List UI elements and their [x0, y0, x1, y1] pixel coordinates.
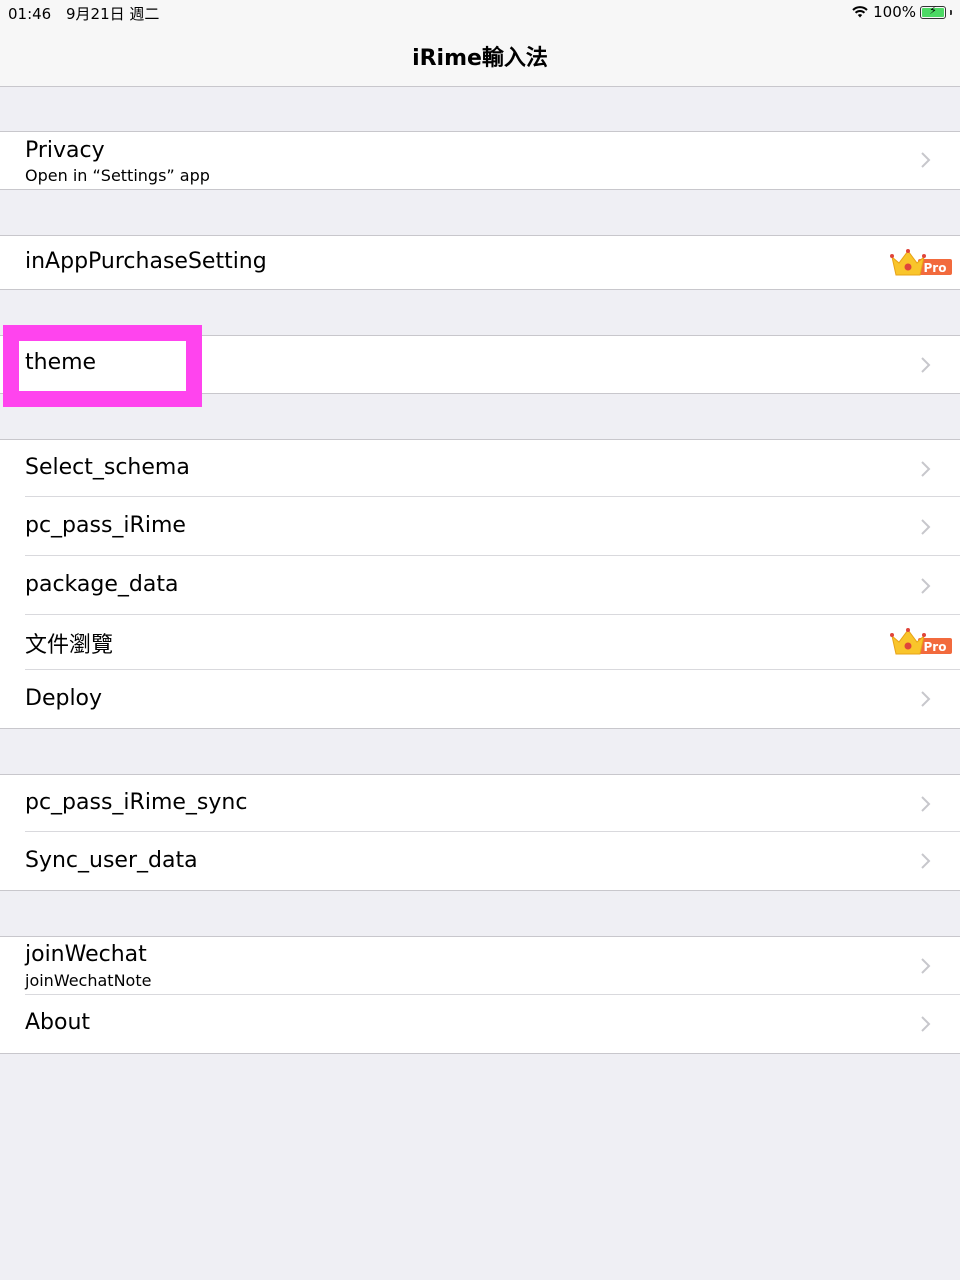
chevron-right-icon [921, 461, 931, 477]
settings-row-join-wechat[interactable]: joinWechat joinWechatNote [0, 936, 960, 995]
row-title: Privacy [25, 138, 105, 163]
settings-row-pc-pass-irime-sync[interactable]: pc_pass_iRime_sync [0, 774, 960, 832]
settings-row-file-browser[interactable]: 文件瀏覽 Pro [0, 615, 960, 670]
settings-row-sync-user-data[interactable]: Sync_user_data [0, 832, 960, 891]
settings-row-select-schema[interactable]: Select_schema [0, 439, 960, 497]
wifi-icon [852, 6, 868, 18]
chevron-right-icon [921, 152, 931, 168]
status-date: 9月21日 週二 [66, 5, 160, 23]
pro-label: Pro [924, 261, 947, 275]
crown-icon [891, 250, 925, 276]
highlighted-theme-label[interactable]: theme [25, 350, 96, 375]
chevron-right-icon [921, 1016, 931, 1032]
status-time: 01:46 [8, 5, 52, 23]
row-title: About [25, 1010, 91, 1035]
pro-badge: Pro [890, 628, 952, 655]
status-right: 100% ⚡ [851, 3, 952, 21]
row-title: 文件瀏覽 [25, 633, 114, 658]
row-title: Deploy [25, 686, 103, 711]
row-title: Select_schema [25, 455, 190, 480]
settings-row-about[interactable]: About [0, 995, 960, 1054]
chevron-right-icon [921, 796, 931, 812]
row-subtitle: Open in “Settings” app [25, 166, 210, 185]
settings-row-privacy[interactable]: Privacy Open in “Settings” app [0, 131, 960, 190]
status-left: 01:46 9月21日 週二 [8, 3, 159, 24]
row-subtitle: joinWechatNote [25, 971, 152, 990]
settings-row-in-app-purchase[interactable]: inAppPurchaseSetting Pro [0, 235, 960, 290]
chevron-right-icon [921, 853, 931, 869]
chevron-right-icon [921, 357, 931, 373]
row-title: inAppPurchaseSetting [25, 249, 267, 274]
pro-label: Pro [924, 640, 947, 654]
chevron-right-icon [921, 958, 931, 974]
crown-icon [891, 629, 925, 655]
pro-badge: Pro [890, 249, 952, 276]
chevron-right-icon [921, 519, 931, 535]
chevron-right-icon [921, 691, 931, 707]
row-title: pc_pass_iRime [25, 513, 186, 538]
page-title: iRime輸入法 [412, 46, 548, 71]
battery-percent: 100% [873, 3, 916, 21]
settings-row-pc-pass-irime[interactable]: pc_pass_iRime [0, 497, 960, 556]
row-title: pc_pass_iRime_sync [25, 790, 248, 815]
battery-tip [950, 9, 952, 15]
status-bar: 01:46 9月21日 週二 100% ⚡ [0, 0, 960, 26]
settings-row-deploy[interactable]: Deploy [0, 670, 960, 729]
navigation-bar: iRime輸入法 [0, 26, 960, 87]
battery-charging-icon: ⚡ [920, 3, 946, 19]
chevron-right-icon [921, 578, 931, 594]
row-title: joinWechat [25, 942, 147, 967]
bolt-icon: ⚡ [929, 3, 937, 17]
row-title: Sync_user_data [25, 848, 198, 873]
settings-row-package-data[interactable]: package_data [0, 556, 960, 615]
row-title: package_data [25, 572, 179, 597]
